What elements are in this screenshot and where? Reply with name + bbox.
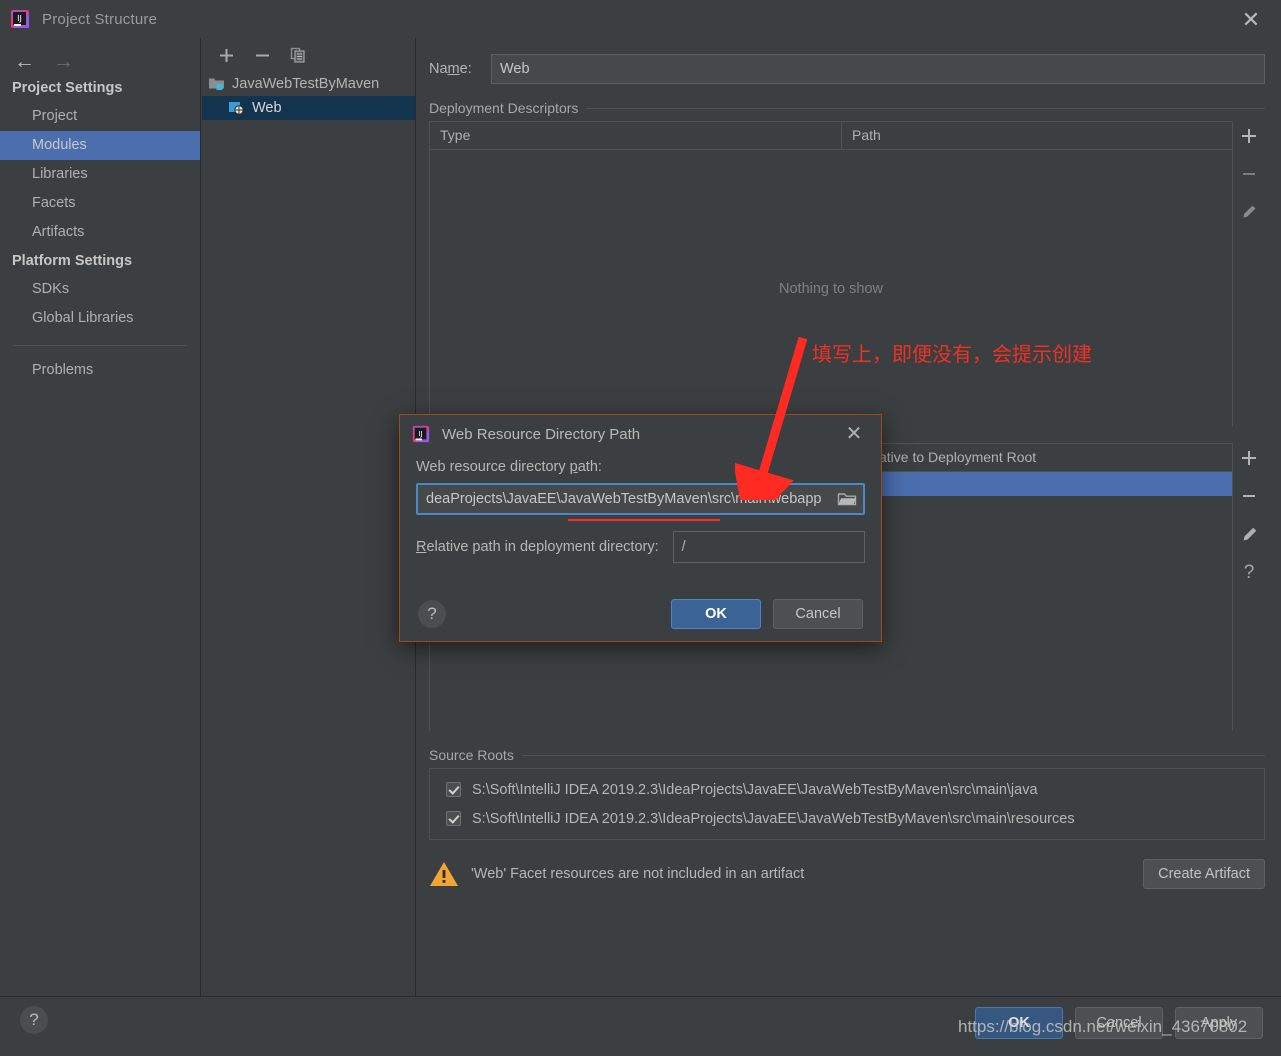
web-resource-side-buttons: ?	[1233, 443, 1265, 731]
sidebar-item-libraries[interactable]: Libraries	[0, 160, 200, 189]
svg-text:IJ: IJ	[418, 429, 422, 438]
deployment-descriptors-title: Deployment Descriptors	[429, 100, 579, 116]
column-header-type[interactable]: Type	[430, 122, 842, 149]
remove-web-resource-button[interactable]	[1237, 484, 1261, 508]
deployment-descriptors-table[interactable]: Type Path Nothing to show	[429, 121, 1233, 427]
sidebar-item-global-libraries[interactable]: Global Libraries	[0, 304, 200, 333]
source-roots-list: S:\Soft\IntelliJ IDEA 2019.2.3\IdeaProje…	[429, 768, 1265, 840]
help-web-resource-button[interactable]: ?	[1237, 560, 1261, 584]
section-heading-project-settings: Project Settings	[12, 80, 123, 96]
arrow-left-icon[interactable]: ←	[14, 51, 35, 72]
tree-item-web[interactable]: Web	[202, 96, 415, 120]
watermark: https://blog.csdn.net/weixin_43670802	[958, 1017, 1248, 1036]
source-root-row[interactable]: S:\Soft\IntelliJ IDEA 2019.2.3\IdeaProje…	[430, 804, 1264, 833]
add-module-button[interactable]	[216, 45, 236, 65]
relative-path-label: Relative path in deployment directory:	[416, 539, 659, 555]
group-rule	[521, 754, 1265, 756]
deployment-descriptors-side-buttons	[1233, 121, 1265, 427]
deployment-descriptors-group: Deployment Descriptors Type Path Nothing…	[429, 100, 1265, 427]
relative-path-input[interactable]: /	[672, 531, 865, 563]
create-artifact-button[interactable]: Create Artifact	[1143, 859, 1265, 889]
folder-icon[interactable]	[837, 491, 857, 507]
dialog-title: Web Resource Directory Path	[442, 425, 641, 443]
module-folder-icon	[208, 76, 226, 92]
tree-item-label: Web	[252, 100, 282, 116]
sidebar-item-sdks[interactable]: SDKs	[0, 275, 200, 304]
artifact-warning-row: 'Web' Facet resources are not included i…	[429, 854, 1265, 894]
column-header-path[interactable]: Path	[842, 122, 1232, 149]
sidebar-item-artifacts[interactable]: Artifacts	[0, 218, 200, 247]
sidebar-item-modules[interactable]: Modules	[0, 131, 200, 160]
relative-path-row: Relative path in deployment directory: /	[416, 531, 865, 563]
add-web-resource-button[interactable]	[1237, 446, 1261, 470]
dialog-footer: ? OK Cancel	[400, 599, 881, 629]
copy-module-button[interactable]	[288, 45, 308, 65]
source-root-row[interactable]: S:\Soft\IntelliJ IDEA 2019.2.3\IdeaProje…	[430, 775, 1264, 804]
annotation-underline	[568, 519, 720, 521]
dialog-cancel-button[interactable]: Cancel	[773, 599, 863, 629]
module-toolbar	[202, 38, 415, 72]
arrow-right-icon[interactable]: →	[53, 51, 74, 72]
column-header-relative-to-deployment-root[interactable]: Relative to Deployment Root	[848, 444, 1232, 471]
module-name-input[interactable]: Web	[491, 54, 1265, 84]
section-heading-platform-settings: Platform Settings	[12, 253, 133, 269]
svg-text:IJ: IJ	[17, 14, 22, 23]
tree-item-label: JavaWebTestByMaven	[232, 76, 380, 92]
sidebar-divider	[14, 345, 186, 346]
close-icon[interactable]: ✕	[843, 423, 865, 445]
sidebar-item-project[interactable]: Project	[0, 102, 200, 131]
empty-table-message: Nothing to show	[779, 280, 883, 297]
deployment-descriptors-title-row: Deployment Descriptors	[429, 100, 1265, 116]
dialog-ok-button[interactable]: OK	[671, 599, 761, 629]
web-facet-icon	[228, 100, 246, 116]
name-row: Name: Web	[429, 54, 1265, 84]
dialog-help-button[interactable]: ?	[418, 600, 446, 628]
navigation-arrows: ← →	[0, 38, 200, 74]
warning-triangle-icon	[429, 860, 459, 888]
remove-descriptor-button[interactable]	[1237, 162, 1261, 186]
source-root-path: S:\Soft\IntelliJ IDEA 2019.2.3\IdeaProje…	[472, 781, 1038, 798]
source-roots-group: Source Roots S:\Soft\IntelliJ IDEA 2019.…	[429, 747, 1265, 840]
window-titlebar: IJ Project Structure ✕	[0, 0, 1281, 38]
source-roots-title: Source Roots	[429, 747, 514, 763]
add-descriptor-button[interactable]	[1237, 124, 1261, 148]
table-body: Nothing to show	[430, 150, 1232, 427]
close-icon[interactable]: ✕	[1239, 8, 1263, 32]
source-root-checkbox[interactable]	[446, 782, 461, 797]
source-roots-title-row: Source Roots	[429, 747, 1265, 763]
edit-web-resource-button[interactable]	[1237, 522, 1261, 546]
settings-sidebar: ← → Project Settings Project Modules Lib…	[0, 38, 201, 996]
help-button[interactable]: ?	[20, 1006, 48, 1034]
window-title: Project Structure	[42, 10, 158, 28]
project-structure-window: IJ Project Structure ✕ ← → Project Setti…	[0, 0, 1281, 1056]
remove-module-button[interactable]	[252, 45, 272, 65]
group-rule	[586, 107, 1265, 109]
intellij-idea-icon: IJ	[412, 425, 430, 443]
name-label: Name:	[429, 61, 472, 77]
module-tree-pane: JavaWebTestByMaven Web	[202, 38, 416, 996]
source-root-checkbox[interactable]	[446, 811, 461, 826]
artifact-warning-text: 'Web' Facet resources are not included i…	[471, 866, 805, 882]
annotation-text: 填写上，即便没有，会提示创建	[812, 342, 1092, 366]
intellij-idea-icon: IJ	[10, 9, 30, 29]
table-header: Type Path	[430, 122, 1232, 150]
red-arrow-icon	[735, 336, 808, 500]
source-root-path: S:\Soft\IntelliJ IDEA 2019.2.3\IdeaProje…	[472, 810, 1075, 827]
edit-descriptor-button[interactable]	[1237, 200, 1261, 224]
deployment-descriptors-tablewrap: Type Path Nothing to show	[429, 121, 1265, 427]
sidebar-item-facets[interactable]: Facets	[0, 189, 200, 218]
sidebar-item-problems[interactable]: Problems	[0, 356, 200, 385]
tree-item-javawebtestbymaven[interactable]: JavaWebTestByMaven	[202, 72, 415, 96]
